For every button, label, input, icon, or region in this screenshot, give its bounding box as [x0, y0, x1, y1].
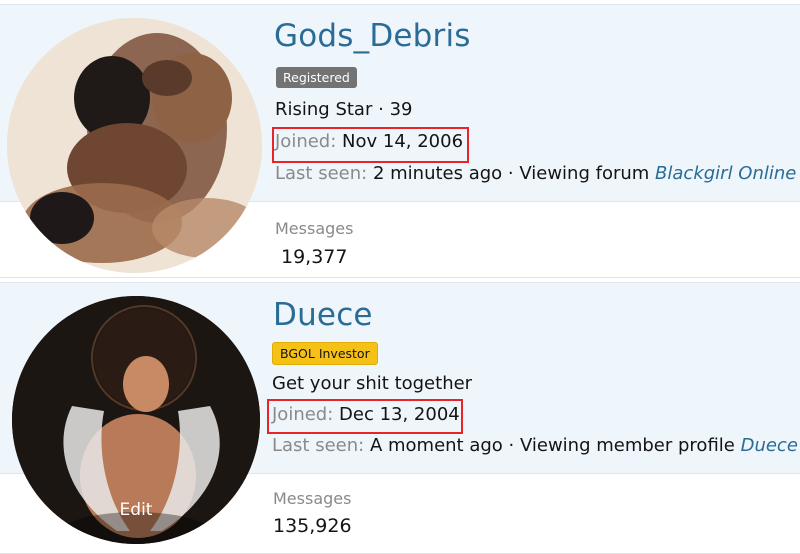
member-avatar[interactable]: [7, 18, 262, 273]
member-card: Edit Duece BGOL Investor Get your shit t…: [0, 282, 800, 554]
last-seen-link[interactable]: Blackgirl Online: [655, 163, 796, 184]
avatar-image: [7, 18, 262, 273]
member-last-seen: Last seen: 2 minutes ago · Viewing forum…: [275, 163, 796, 184]
member-card: Gods_Debris Registered Rising Star · 39 …: [0, 0, 800, 282]
member-username[interactable]: Gods_Debris: [274, 18, 471, 54]
messages-count[interactable]: 19,377: [281, 246, 347, 268]
member-last-seen: Last seen: A moment ago · Viewing member…: [272, 435, 798, 456]
avatar-edit-label[interactable]: Edit: [12, 492, 260, 544]
member-badge: Registered: [276, 67, 357, 88]
reaction-count[interactable]: 39: [390, 99, 413, 120]
member-avatar[interactable]: Edit: [12, 296, 260, 544]
last-seen-link[interactable]: Duece: [741, 435, 798, 456]
messages-label: Messages: [275, 219, 354, 238]
member-title: Rising Star: [275, 99, 373, 120]
messages-label: Messages: [273, 489, 352, 508]
last-seen-label: Last seen:: [275, 163, 368, 184]
member-badge: BGOL Investor: [272, 342, 378, 365]
member-username[interactable]: Duece: [273, 297, 373, 333]
last-seen-value: A moment ago · Viewing member profile: [369, 435, 735, 456]
highlight-box: [272, 127, 469, 163]
member-title: Get your shit together: [272, 373, 473, 394]
messages-count[interactable]: 135,926: [273, 515, 352, 537]
highlight-box: [267, 399, 463, 434]
member-title-line: Rising Star · 39: [275, 99, 412, 120]
separator: ·: [378, 99, 384, 120]
last-seen-value: 2 minutes ago · Viewing forum: [372, 163, 650, 184]
last-seen-label: Last seen:: [272, 435, 365, 456]
